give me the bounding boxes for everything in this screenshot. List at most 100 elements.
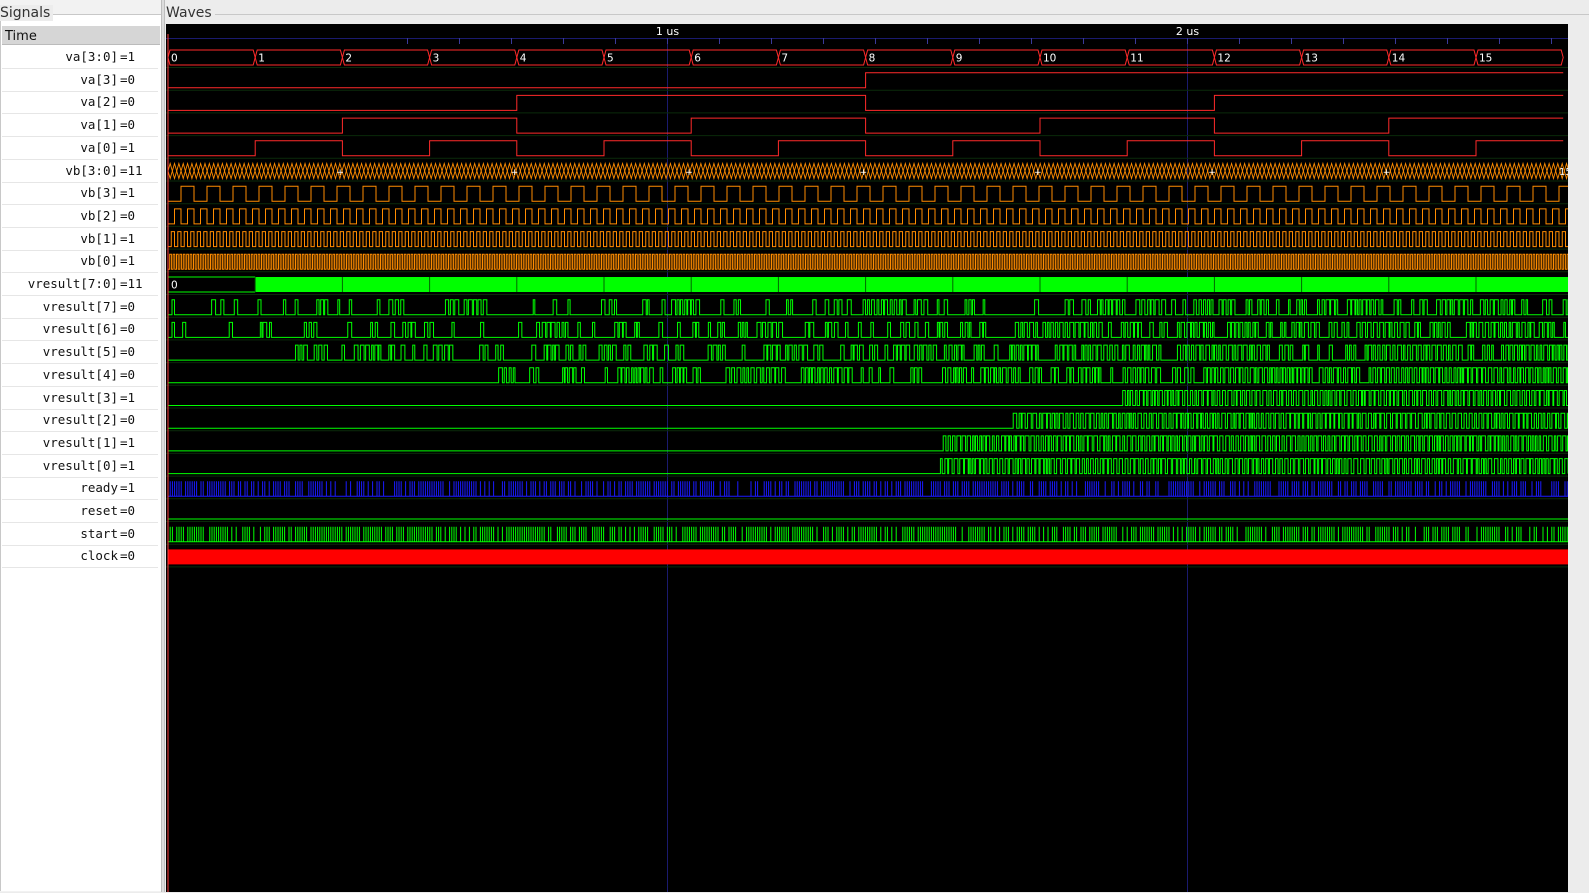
signals-pane-title: Signals [0, 5, 54, 21]
signal-row[interactable]: va[0] =1 [2, 137, 158, 160]
signal-name: vresult[2] [42, 412, 118, 428]
signal-name: vb[3] [80, 185, 118, 201]
signal-value: =0 [120, 525, 136, 541]
signal-name: clock [80, 548, 118, 564]
signal-value: =0 [120, 366, 136, 382]
signal-row[interactable]: vresult[3] =1 [2, 387, 158, 410]
signal-row[interactable]: va[2] =0 [2, 91, 158, 115]
bus-value-label: + [685, 168, 693, 178]
signal-value: =1 [120, 434, 136, 450]
bus-value-label: + [336, 168, 344, 178]
time-label: 1 us [656, 25, 679, 38]
bus-value-label: 15 [1559, 167, 1568, 178]
signal-value: =1 [120, 49, 136, 64]
bus-dense-fill [255, 277, 1568, 292]
signal-row[interactable]: vb[1] =1 [2, 228, 158, 251]
waves-pane-title: Waves [166, 5, 215, 21]
signal-name: vresult[1] [42, 434, 118, 450]
signal-name: vresult[0] [42, 457, 118, 473]
pane-splitter[interactable] [161, 0, 165, 892]
signal-row[interactable]: start =0 [2, 523, 158, 546]
bus-value-label: 0 [171, 53, 178, 65]
signal-name: vb[3:0] [65, 162, 118, 178]
signal-name: vresult[4] [42, 366, 118, 382]
signal-value: =1 [120, 139, 136, 155]
signal-row[interactable]: va[3:0] =1 [2, 46, 158, 69]
signal-row[interactable]: vb[3] =1 [2, 182, 158, 206]
bus-value-label: 5 [607, 53, 614, 65]
signal-row[interactable]: va[3] =0 [2, 69, 158, 92]
signal-value: =1 [120, 389, 136, 405]
signal-value: =1 [120, 457, 136, 473]
signal-row[interactable]: vb[0] =1 [2, 250, 158, 274]
signal-name: vresult[7] [42, 298, 118, 314]
signal-row[interactable]: vb[3:0] =11 [2, 160, 158, 183]
bus-value-label: 9 [956, 53, 963, 65]
signal-name: va[3] [80, 71, 118, 87]
signal-value: =0 [120, 207, 136, 223]
signal-value: =11 [120, 162, 143, 178]
bus-value-label: 4 [520, 53, 527, 65]
signal-name: vb[1] [80, 230, 118, 246]
signal-row[interactable]: vresult[6] =0 [2, 318, 158, 342]
signal-row[interactable]: vresult[1] =1 [2, 432, 158, 455]
signal-value: =1 [120, 185, 136, 201]
bus-value-label: + [1034, 168, 1042, 178]
signal-row[interactable]: reset =0 [2, 500, 158, 523]
signal-name: va[3:0] [65, 49, 118, 64]
time-header[interactable]: Time [2, 26, 160, 45]
bus-value-label: 12 [1217, 53, 1230, 65]
signal-row[interactable]: vresult[4] =0 [2, 364, 158, 387]
signal-row[interactable]: vresult[5] =0 [2, 341, 158, 365]
signal-value: =0 [120, 412, 136, 428]
bus-value-label: + [511, 168, 519, 178]
signal-name: reset [80, 503, 118, 518]
signal-row[interactable]: vresult[2] =0 [2, 409, 158, 433]
signal-value: =11 [120, 276, 143, 291]
time-label: 2 us [1176, 25, 1199, 38]
bus-value-label: 11 [1130, 53, 1143, 65]
signal-name: vresult[5] [42, 344, 118, 360]
signal-name: vresult[3] [42, 389, 118, 405]
signal-name: va[1] [80, 117, 118, 133]
signal-row[interactable]: clock =0 [2, 545, 158, 569]
signal-row[interactable]: vresult[7] =0 [2, 296, 158, 319]
signal-row[interactable]: vresult[7:0] =11 [2, 273, 158, 296]
signal-name: vresult[6] [42, 321, 118, 337]
bus-value-label: + [1383, 168, 1391, 178]
signal-row[interactable]: va[1] =0 [2, 114, 158, 138]
signal-value: =1 [120, 230, 136, 246]
signal-name: vb[0] [80, 253, 118, 269]
signal-value: =0 [120, 503, 136, 518]
signal-row[interactable]: vb[2] =0 [2, 205, 158, 228]
signal-name: va[2] [80, 94, 118, 110]
waveform-background [166, 24, 1568, 892]
bus-value-label: 3 [433, 53, 440, 65]
signal-name: start [80, 525, 118, 541]
signal-name: vb[2] [80, 207, 118, 223]
bus-value-label: + [1208, 168, 1216, 178]
vertical-scrollbar[interactable] [1568, 24, 1589, 892]
bus-value-label: 13 [1305, 53, 1318, 65]
signal-row[interactable]: vresult[0] =1 [2, 455, 158, 478]
bus-value-label: 6 [694, 53, 701, 65]
signal-value: =0 [120, 548, 136, 564]
signal-value: =0 [120, 344, 136, 360]
signal-value: =1 [120, 480, 136, 496]
bus-value-label: 1 [258, 53, 265, 65]
bus-value-label: 2 [345, 53, 352, 65]
bus-value-label: 14 [1392, 53, 1406, 65]
signal-name: ready [80, 480, 118, 496]
bus-value-label: 7 [781, 53, 788, 65]
signal-name: vresult[7:0] [27, 276, 118, 291]
signal-value: =1 [120, 253, 136, 269]
signal-name: va[0] [80, 139, 118, 155]
bus-value-label: 15 [1479, 53, 1492, 65]
signal-row[interactable]: ready =1 [2, 477, 158, 501]
clock-fill [168, 549, 1568, 565]
bus-value-label: 0 [171, 280, 178, 292]
waveform-canvas[interactable]: 1 us2 us 0123456789101112131415+++++++15… [166, 24, 1568, 892]
bus-value-label: 8 [869, 53, 876, 65]
bus-value-label: 10 [1043, 53, 1056, 65]
signal-value: =0 [120, 321, 136, 337]
